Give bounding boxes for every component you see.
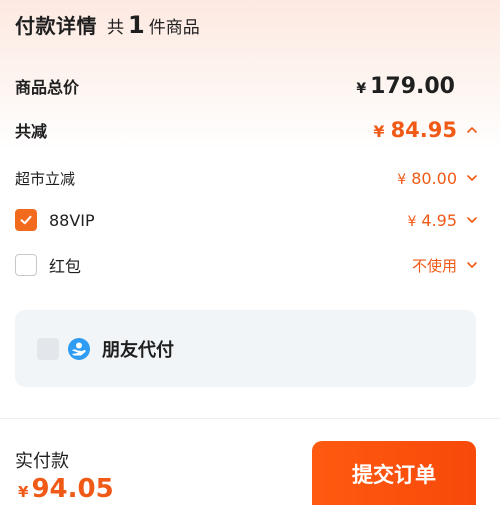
currency-symbol: ¥ xyxy=(397,171,407,188)
vip-discount-label: 88VIP xyxy=(49,210,95,230)
currency-symbol: ¥ xyxy=(18,483,29,501)
red-packet-checkbox[interactable] xyxy=(15,254,37,276)
item-count-prefix: 共 xyxy=(107,18,124,38)
currency-symbol: ¥ xyxy=(407,213,417,230)
vip-discount-row: 88VIP ¥ 4.95 xyxy=(15,207,478,233)
total-price-row: 商品总价 ¥ 179.00 xyxy=(15,72,478,100)
red-packet-selector[interactable]: 不使用 xyxy=(412,255,478,276)
red-packet-label: 红包 xyxy=(49,257,82,276)
discount-total-value: 84.95 xyxy=(390,118,457,142)
payment-header: 付款详情 共 1 件商品 xyxy=(15,10,200,39)
vip-checkbox[interactable] xyxy=(15,209,37,231)
chevron-down-icon[interactable] xyxy=(466,259,478,271)
chevron-down-icon[interactable] xyxy=(466,214,478,226)
chevron-up-icon[interactable] xyxy=(466,124,478,136)
payment-details-page: 付款详情 共 1 件商品 商品总价 ¥ 179.00 共减 ¥ 84.95 超市… xyxy=(0,0,500,505)
actual-payment-value: 94.05 xyxy=(31,474,114,504)
item-count: 共 1 件商品 xyxy=(107,11,200,39)
footer-divider xyxy=(0,418,500,419)
friend-pay-checkbox[interactable] xyxy=(37,337,59,360)
vip-discount-amount: ¥ 4.95 xyxy=(407,211,457,230)
check-icon xyxy=(20,215,32,225)
supermarket-discount-value: 80.00 xyxy=(411,168,457,188)
discount-total-row[interactable]: 共减 ¥ 84.95 xyxy=(15,116,478,144)
red-packet-value: 不使用 xyxy=(411,256,457,275)
actual-payment-label: 实付款 xyxy=(15,451,69,472)
page-title: 付款详情 xyxy=(15,14,97,38)
currency-symbol: ¥ xyxy=(356,80,367,97)
vip-discount-value: 4.95 xyxy=(421,210,457,230)
hand-coin-icon xyxy=(68,337,90,360)
submit-order-button[interactable]: 提交订单 xyxy=(312,441,476,505)
item-count-suffix: 件商品 xyxy=(148,18,200,38)
supermarket-discount-label: 超市立减 xyxy=(15,169,76,188)
friend-pay-option[interactable]: 朋友代付 xyxy=(15,310,476,387)
actual-payment-amount: ¥ 94.05 xyxy=(18,474,114,504)
discount-total-amount: ¥ 84.95 xyxy=(373,118,457,142)
discount-total-label: 共减 xyxy=(15,122,48,141)
currency-symbol: ¥ xyxy=(373,122,385,141)
item-count-number: 1 xyxy=(128,11,145,39)
total-price-value: 179.00 xyxy=(370,73,455,99)
total-price-amount: ¥ 179.00 xyxy=(356,74,455,99)
chevron-down-icon[interactable] xyxy=(466,172,478,184)
total-price-label: 商品总价 xyxy=(15,78,80,97)
friend-pay-label: 朋友代付 xyxy=(102,339,174,361)
supermarket-discount-row[interactable]: 超市立减 ¥ 80.00 xyxy=(15,165,478,191)
red-packet-row: 红包 不使用 xyxy=(15,252,478,278)
supermarket-discount-amount: ¥ 80.00 xyxy=(397,169,457,188)
